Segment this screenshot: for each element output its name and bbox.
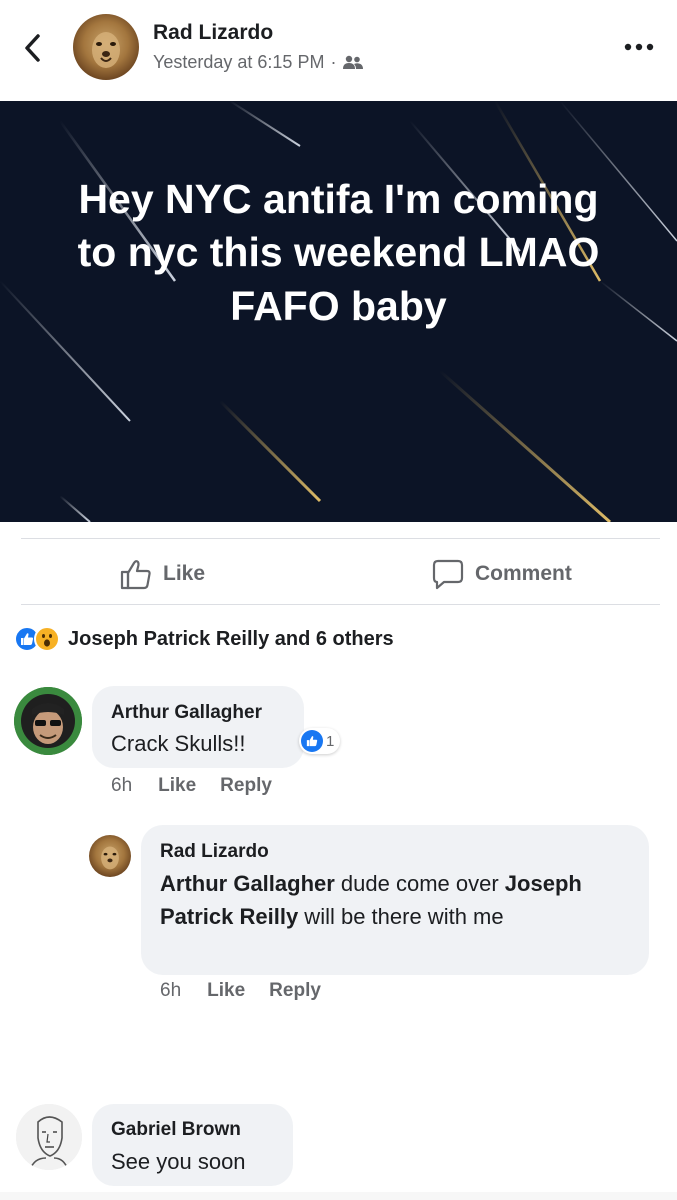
reply-author-avatar[interactable]	[89, 835, 131, 877]
comment-like-button[interactable]: Like	[158, 775, 196, 797]
reply-like-button[interactable]: Like	[207, 980, 245, 1002]
comment-author[interactable]: Arthur Gallagher	[111, 702, 262, 724]
like-count-value: 1	[326, 732, 335, 750]
chevron-left-icon	[25, 34, 40, 62]
post-text: Hey NYC antifa I'm coming to nyc this we…	[77, 176, 600, 329]
sketch-avatar-icon	[16, 1104, 82, 1170]
comment-reply-button[interactable]: Reply	[220, 775, 272, 797]
comment-author[interactable]: Gabriel Brown	[111, 1119, 241, 1141]
commenter-avatar[interactable]	[14, 687, 82, 755]
more-dots-icon	[624, 43, 654, 51]
comment-button[interactable]: Comment	[431, 558, 572, 590]
comment-time: 6h	[111, 775, 133, 796]
reply-time: 6h	[160, 980, 182, 1001]
thumbs-up-icon	[120, 560, 151, 590]
like-label: Like	[163, 562, 206, 585]
divider-bottom	[21, 604, 660, 605]
comment-text: Crack Skulls!!	[111, 731, 246, 756]
lion-avatar-icon	[92, 32, 120, 68]
author-name[interactable]: Rad Lizardo	[153, 21, 273, 45]
reply-author[interactable]: Rad Lizardo	[160, 841, 269, 863]
lion-avatar-icon	[101, 846, 119, 870]
post-timestamp: Yesterday at 6:15 PM ·	[153, 52, 364, 73]
comment-icon	[432, 559, 464, 590]
reply-meta: 6h Like Reply	[160, 980, 321, 1002]
commenter-avatar[interactable]	[16, 1104, 82, 1170]
post-image[interactable]: Hey NYC antifa I'm coming to nyc this we…	[0, 101, 677, 522]
post-header: Rad Lizardo Yesterday at 6:15 PM ·	[0, 0, 677, 100]
mention-arthur[interactable]: Arthur Gallagher	[160, 871, 335, 896]
like-reaction-icon	[301, 730, 323, 752]
comment-label: Comment	[475, 562, 572, 585]
separator: ·	[330, 52, 337, 72]
timestamp-text: Yesterday at 6:15 PM	[153, 52, 325, 72]
divider-top	[21, 538, 660, 539]
comment-like-count[interactable]: 1	[299, 728, 341, 754]
like-button[interactable]: Like	[119, 558, 205, 590]
reply-reply-button[interactable]: Reply	[269, 980, 321, 1002]
comment-meta: 6h Like Reply	[111, 775, 272, 797]
more-options-button[interactable]	[622, 40, 656, 52]
reactions-text: Joseph Patrick Reilly and 6 others	[68, 627, 394, 650]
comment-text: See you soon	[111, 1149, 246, 1174]
friends-icon	[343, 55, 364, 69]
wow-reaction-icon	[34, 626, 60, 652]
back-button[interactable]	[18, 30, 48, 66]
reply-text: Arthur Gallagher dude come over Joseph P…	[160, 871, 582, 929]
reactions-summary[interactable]: Joseph Patrick Reilly and 6 others	[14, 626, 394, 652]
author-avatar[interactable]	[73, 14, 139, 80]
bottom-edge	[0, 1192, 677, 1200]
avatar-icon	[14, 687, 82, 755]
